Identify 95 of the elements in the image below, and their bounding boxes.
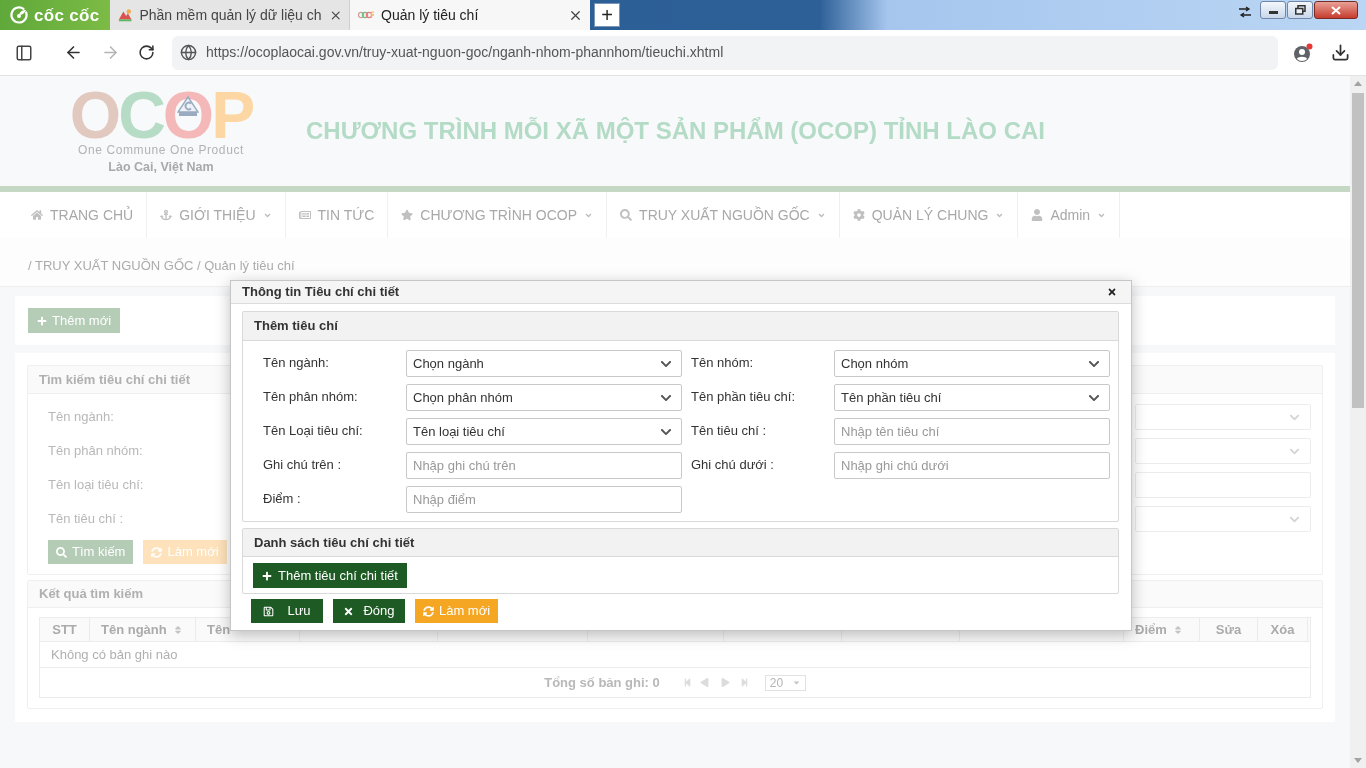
dialog-title: Thông tin Tiêu chí chi tiết	[242, 283, 400, 302]
add-button[interactable]: Thêm mới	[28, 308, 121, 333]
field-label: Tên phân nhóm:	[263, 388, 359, 404]
anchor-icon	[160, 209, 173, 221]
user-icon	[1031, 209, 1044, 221]
scroll-down-icon[interactable]	[1354, 758, 1362, 763]
brand-name: cốc cốc	[34, 6, 100, 24]
previous-page-icon[interactable]	[699, 678, 709, 687]
refresh-icon	[151, 546, 163, 558]
input-field[interactable]: Nhập ghi chú dưới	[834, 452, 1110, 479]
dialog-button[interactable]: Lưu	[251, 599, 323, 623]
window-close-button[interactable]	[1314, 1, 1358, 19]
select-field[interactable]	[1135, 404, 1311, 430]
input-field[interactable]: Nhập tên tiêu chí	[834, 418, 1110, 445]
search-icon	[620, 209, 633, 221]
restore-icon	[1294, 5, 1306, 15]
add-detail-button[interactable]: Thêm tiêu chí chi tiết	[253, 563, 407, 588]
site-title: CHƯƠNG TRÌNH MỖI XÃ MỘT SẢN PHẨM (OCOP) TỈNH LÀO CAI	[306, 116, 1046, 146]
dialog-button[interactable]: Đóng	[333, 599, 405, 623]
minimize-button[interactable]	[1260, 1, 1286, 19]
field-label: Tên Loại tiêu chí:	[263, 422, 364, 438]
panel-title: Kết quả tìm kiếm	[39, 585, 144, 604]
logo-tagline: One Commune One Product	[78, 143, 244, 157]
field-label: Tên ngành:	[263, 354, 330, 370]
newspaper-icon	[298, 209, 311, 221]
empty-message: Không có bản ghi nào	[51, 645, 178, 664]
logo-place: Lào Cai, Việt Nam	[108, 160, 214, 175]
column-header: Sửa	[1200, 618, 1258, 641]
scrollbar[interactable]	[1350, 76, 1366, 768]
sort-icon[interactable]	[1173, 624, 1182, 635]
download-icon[interactable]	[1330, 43, 1350, 62]
plus-icon	[262, 570, 272, 581]
plus-icon	[37, 315, 47, 326]
new-tab-button[interactable]: +	[594, 3, 620, 27]
field-label: Tên tiêu chí :	[48, 510, 124, 529]
field-label: Ghi chú dưới :	[691, 456, 775, 472]
restore-button[interactable]	[1287, 1, 1313, 19]
logo-wordmark: OCOP	[69, 87, 253, 143]
star-icon	[401, 209, 414, 221]
page-size-select[interactable]: 20	[764, 674, 806, 691]
field-label: Tên phần tiêu chí:	[691, 388, 797, 404]
select-field[interactable]: Chọn phân nhóm	[406, 384, 682, 411]
globe-icon[interactable]	[180, 44, 197, 61]
panel-title: Thêm tiêu chí	[254, 317, 338, 336]
sidebar-icon[interactable]	[15, 43, 33, 62]
close-icon[interactable]	[1107, 287, 1117, 297]
search-panel-button[interactable]: Tìm kiếm	[48, 540, 134, 564]
column-header: Xóa	[1258, 618, 1308, 641]
last-page-icon[interactable]	[739, 678, 749, 687]
url-text[interactable]: https://ocoplaocai.gov.vn/truy-xuat-nguon-goc/nganh-nhom-phannhom/tieuchi.xhtml	[206, 42, 724, 63]
gear-icon	[852, 209, 865, 221]
reload-icon[interactable]	[137, 44, 155, 61]
minimize-icon	[1268, 11, 1278, 14]
select-field[interactable]: Chọn nhóm	[834, 350, 1110, 377]
brand-logo-icon	[9, 5, 29, 25]
field-label: Ghi chú trên :	[263, 456, 343, 472]
caret-down-icon	[791, 678, 801, 687]
field-label: Điểm :	[263, 490, 302, 506]
select-field[interactable]	[1135, 506, 1311, 532]
panel-title: Danh sách tiêu chí chi tiết	[254, 533, 415, 552]
home-icon	[31, 209, 43, 221]
search-icon	[56, 546, 67, 558]
select-field[interactable]: Tên loại tiêu chí	[406, 418, 682, 445]
arrows-icon[interactable]	[1238, 6, 1252, 18]
next-page-icon[interactable]	[720, 678, 730, 687]
total-count: Tổng số bản ghi: 0	[544, 673, 660, 692]
scrollbar-thumb[interactable]	[1352, 93, 1364, 408]
emblem-icon	[176, 96, 199, 116]
sort-icon[interactable]	[173, 624, 182, 635]
field-label: Tên phân nhóm:	[48, 442, 143, 461]
input-field[interactable]: Nhập điểm	[406, 486, 682, 513]
field-label: Tên nhóm:	[691, 354, 755, 370]
browser-tab[interactable]: Quản lý tiêu chí	[350, 0, 590, 30]
select-field[interactable]	[1135, 438, 1311, 464]
favicon-icon	[118, 7, 133, 23]
close-icon	[343, 605, 355, 617]
field-label: Tên tiêu chí :	[691, 422, 768, 438]
dialog-button[interactable]: Làm mới	[415, 599, 498, 623]
select-field[interactable]: Chọn ngành	[406, 350, 682, 377]
panel-title: Tìm kiếm tiêu chí chi tiết	[39, 370, 190, 389]
column-header: STT	[40, 618, 90, 641]
field-label: Tên loại tiêu chí:	[48, 476, 144, 495]
close-icon	[1331, 5, 1341, 15]
scroll-up-icon[interactable]	[1354, 81, 1362, 86]
select-field[interactable]: Tên phần tiêu chí	[834, 384, 1110, 411]
refresh-icon	[422, 605, 434, 617]
first-page-icon[interactable]	[682, 678, 692, 687]
column-header[interactable]: Tên ngành	[90, 618, 196, 641]
input-field[interactable]: Nhập ghi chú trên	[406, 452, 682, 479]
search-panel-button[interactable]: Làm mới	[143, 540, 227, 564]
browser-tab[interactable]: Phần mềm quản lý dữ liệu ch	[110, 0, 350, 30]
profile-icon[interactable]	[1293, 42, 1313, 63]
breadcrumb: / TRUY XUẤT NGUỒN GỐC / Quản lý tiêu chí	[28, 257, 295, 276]
field-label: Tên ngành:	[48, 408, 114, 427]
address-bar[interactable]: https://ocoplaocai.gov.vn/truy-xuat-nguon-goc/nganh-nhom-phannhom/tieuchi.xhtml	[172, 35, 1278, 70]
